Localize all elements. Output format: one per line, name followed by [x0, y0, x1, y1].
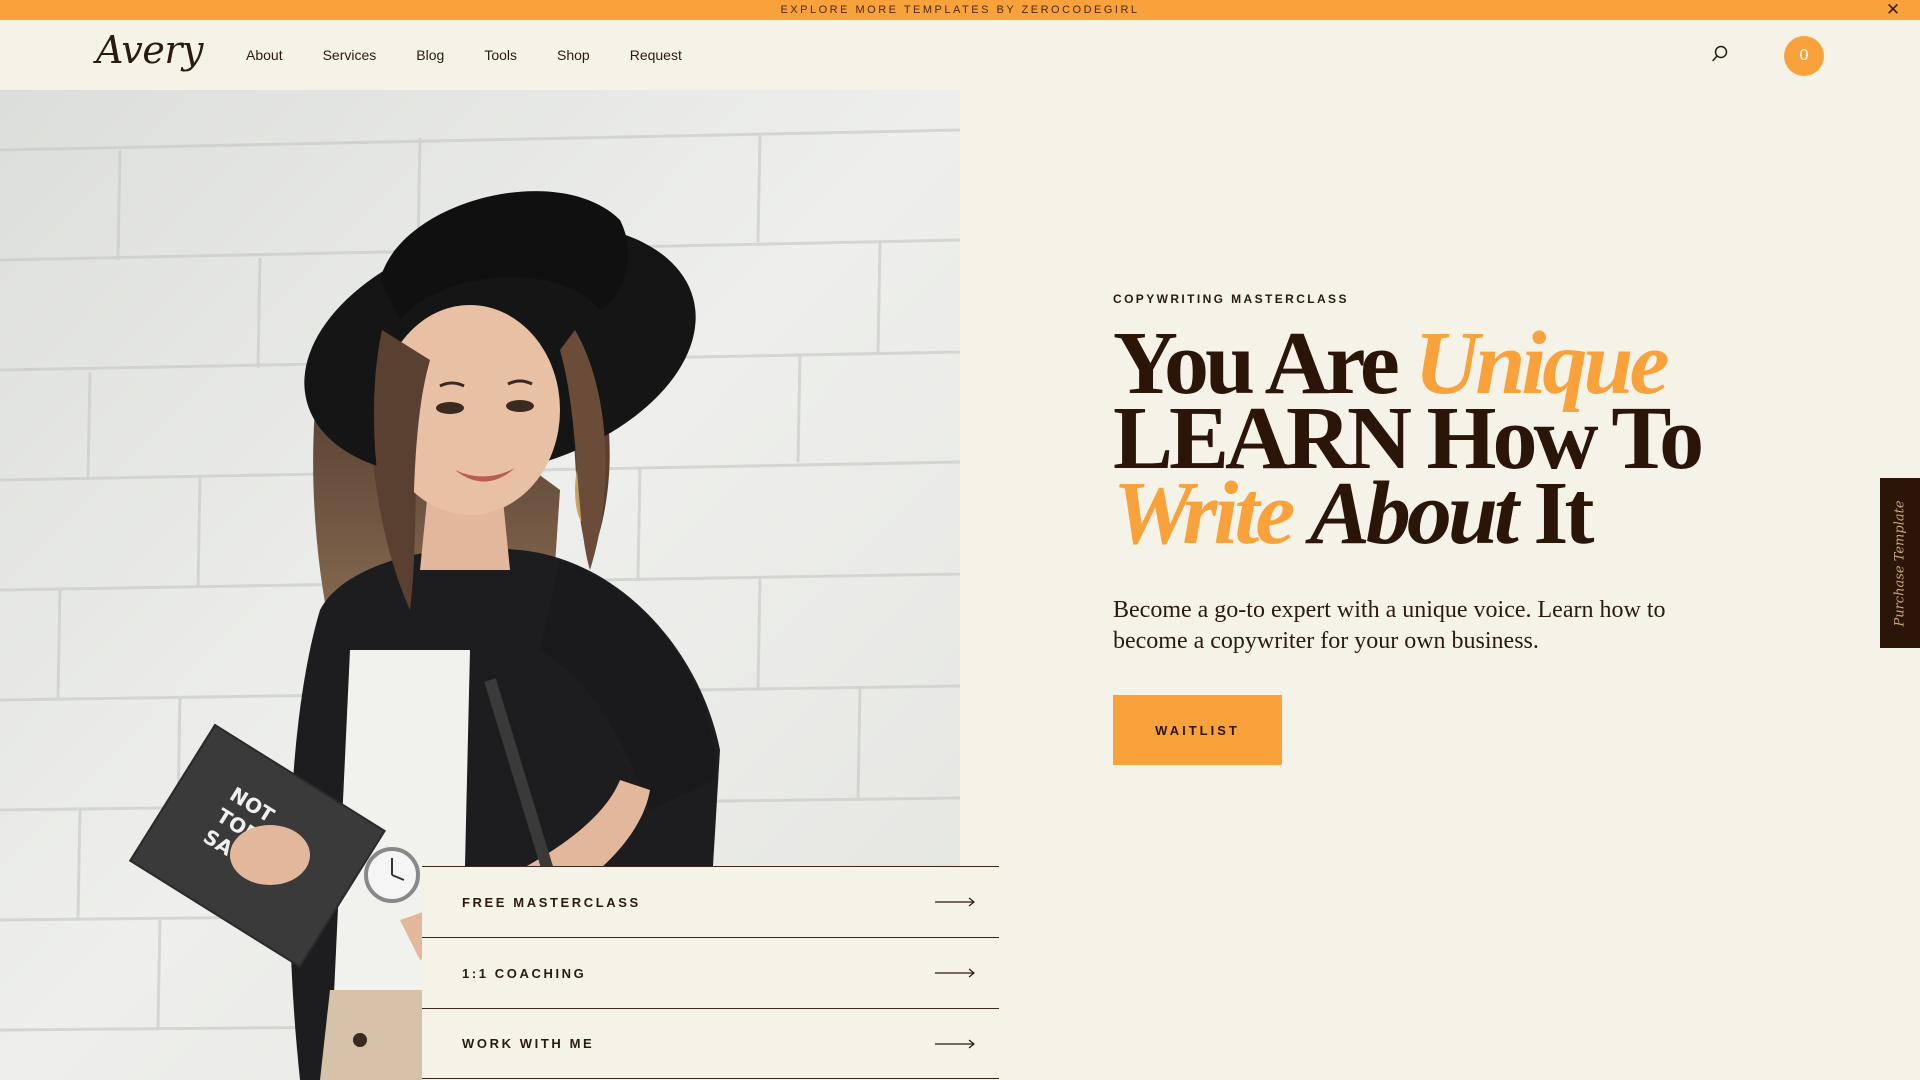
nav-item-about[interactable]: About — [246, 47, 283, 63]
menu-item-free-masterclass[interactable]: FREE MASTERCLASS — [422, 866, 999, 937]
headline-line3-italic: About — [1309, 464, 1519, 563]
announcement-bar: EXPLORE MORE TEMPLATES BY ZEROCODEGIRL ✕ — [0, 0, 1920, 20]
menu-item-label: WORK WITH ME — [462, 1036, 595, 1051]
hero-headline: You Are Unique LEARN How To Write About … — [1113, 319, 1793, 559]
main-nav: About Services Blog Tools Shop Request — [246, 20, 722, 90]
nav-item-services[interactable]: Services — [323, 47, 377, 63]
menu-item-work-with-me[interactable]: WORK WITH ME — [422, 1008, 999, 1079]
arrow-right-icon — [935, 968, 975, 978]
menu-item-coaching[interactable]: 1:1 COACHING — [422, 937, 999, 1008]
nav-item-blog[interactable]: Blog — [416, 47, 444, 63]
feature-menu: FREE MASTERCLASS 1:1 COACHING WORK WITH … — [422, 866, 999, 1080]
menu-item-label: FREE MASTERCLASS — [462, 894, 641, 910]
site-header: Avery About Services Blog Tools Shop Req… — [0, 20, 1920, 90]
cart-button[interactable]: 0 — [1784, 36, 1824, 76]
purchase-template-tab[interactable]: Purchase Template — [1880, 478, 1920, 648]
arrow-right-icon — [935, 897, 975, 907]
nav-item-request[interactable]: Request — [630, 47, 682, 63]
search-icon[interactable] — [1710, 44, 1730, 64]
hero-content: COPYWRITING MASTERCLASS You Are Unique L… — [1113, 292, 1793, 765]
arrow-right-icon — [935, 1039, 975, 1049]
nav-item-tools[interactable]: Tools — [484, 47, 517, 63]
headline-line3-plain: It — [1533, 464, 1594, 563]
menu-item-label: 1:1 COACHING — [462, 965, 587, 981]
hero-lede: Become a go-to expert with a unique voic… — [1113, 597, 1666, 654]
site-logo[interactable]: Avery — [96, 28, 204, 72]
announcement-text[interactable]: EXPLORE MORE TEMPLATES BY ZEROCODEGIRL — [780, 4, 1139, 16]
close-icon[interactable]: ✕ — [1884, 1, 1902, 19]
cart-count: 0 — [1799, 47, 1809, 64]
headline-line3-accent: Write — [1113, 464, 1295, 563]
nav-item-shop[interactable]: Shop — [557, 47, 590, 63]
eyebrow-label: COPYWRITING MASTERCLASS — [1113, 292, 1349, 306]
purchase-template-label: Purchase Template — [1892, 499, 1908, 627]
waitlist-button[interactable]: WAITLIST — [1113, 695, 1282, 765]
